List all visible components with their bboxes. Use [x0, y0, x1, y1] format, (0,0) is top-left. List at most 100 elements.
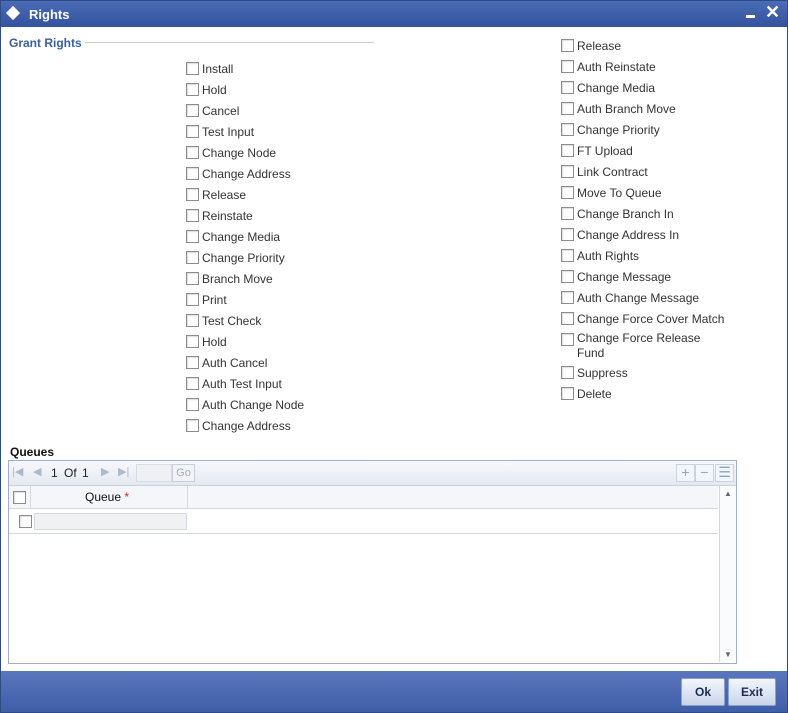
right-checkbox[interactable]: [561, 387, 574, 401]
last-page-icon[interactable]: ▶|: [118, 465, 129, 478]
right-checkbox[interactable]: [561, 165, 574, 179]
right-checkbox[interactable]: [561, 312, 574, 326]
rights-window: Rights ✕ Grant Rights Install Hold Cancel T…: [0, 0, 788, 713]
right-checkbox[interactable]: [186, 356, 199, 370]
ok-button[interactable]: Ok: [681, 678, 725, 706]
right-option[interactable]: Auth Test Input: [186, 375, 282, 391]
right-option[interactable]: Change Force Release Fund: [561, 331, 700, 360]
vertical-scrollbar[interactable]: ▲ ▼: [719, 486, 736, 662]
right-option[interactable]: Auth Change Node: [186, 396, 304, 412]
queue-column-label: Queue: [85, 490, 122, 504]
right-checkbox[interactable]: [561, 102, 574, 116]
right-label: Change Address: [202, 418, 291, 433]
right-option[interactable]: Hold: [186, 333, 227, 349]
scroll-up-icon[interactable]: ▲: [724, 489, 732, 498]
right-checkbox[interactable]: [186, 377, 199, 391]
right-checkbox[interactable]: [186, 104, 199, 118]
right-option[interactable]: Test Check: [186, 312, 261, 328]
right-option[interactable]: Change Address In: [561, 226, 679, 242]
row-checkbox[interactable]: [19, 515, 32, 528]
right-option[interactable]: Auth Cancel: [186, 354, 267, 370]
right-option[interactable]: Change Branch In: [561, 205, 674, 221]
go-button[interactable]: Go: [172, 464, 195, 482]
right-option[interactable]: Cancel: [186, 102, 239, 118]
right-checkbox[interactable]: [186, 251, 199, 265]
minimize-icon[interactable]: [746, 15, 755, 18]
right-option[interactable]: FT Upload: [561, 142, 633, 158]
right-option[interactable]: Link Contract: [561, 163, 648, 179]
right-checkbox[interactable]: [186, 314, 199, 328]
right-checkbox[interactable]: [186, 335, 199, 349]
right-option[interactable]: Test Input: [186, 123, 254, 139]
next-page-icon[interactable]: ▶: [101, 465, 109, 478]
right-option[interactable]: Change Node: [186, 144, 276, 160]
right-checkbox[interactable]: [561, 366, 574, 380]
add-row-icon[interactable]: +: [676, 464, 695, 482]
right-option[interactable]: Delete: [561, 385, 612, 401]
right-checkbox[interactable]: [561, 186, 574, 200]
page-number-input[interactable]: [136, 464, 172, 482]
right-label-line2: Fund: [577, 346, 605, 360]
prev-page-icon[interactable]: ◀: [33, 465, 41, 478]
right-option[interactable]: Hold: [186, 81, 227, 97]
right-option[interactable]: Install: [186, 60, 233, 76]
right-label: Print: [202, 292, 227, 307]
first-page-icon[interactable]: |◀: [12, 465, 23, 478]
exit-button[interactable]: Exit: [728, 678, 776, 706]
right-label: Test Check: [202, 313, 262, 328]
scroll-down-icon[interactable]: ▼: [724, 650, 732, 659]
right-option[interactable]: Change Media: [561, 79, 655, 95]
right-option[interactable]: Auth Branch Move: [561, 100, 676, 116]
right-option[interactable]: Change Media: [186, 228, 280, 244]
right-option[interactable]: Move To Queue: [561, 184, 662, 200]
right-option[interactable]: Auth Change Message: [561, 289, 699, 305]
right-checkbox[interactable]: [561, 144, 574, 158]
right-checkbox[interactable]: [561, 291, 574, 305]
right-checkbox[interactable]: [186, 62, 199, 76]
select-all-checkbox[interactable]: [13, 491, 26, 504]
right-option[interactable]: Release: [561, 37, 621, 53]
right-label: Change Priority: [202, 250, 285, 265]
right-checkbox[interactable]: [186, 293, 199, 307]
right-checkbox[interactable]: [561, 333, 574, 346]
right-checkbox[interactable]: [186, 146, 199, 160]
right-checkbox[interactable]: [186, 398, 199, 412]
right-checkbox[interactable]: [561, 207, 574, 221]
right-checkbox[interactable]: [186, 167, 199, 181]
right-checkbox[interactable]: [561, 249, 574, 263]
right-option[interactable]: Change Priority: [186, 249, 285, 265]
right-label: Change Media: [202, 229, 281, 244]
right-option[interactable]: Change Force Cover Match: [561, 310, 724, 326]
right-checkbox[interactable]: [186, 419, 199, 433]
right-checkbox[interactable]: [186, 272, 199, 286]
right-option[interactable]: Change Priority: [561, 121, 660, 137]
right-checkbox[interactable]: [186, 209, 199, 223]
right-option[interactable]: Change Message: [561, 268, 671, 284]
right-option[interactable]: Release: [186, 186, 246, 202]
close-icon[interactable]: ✕: [765, 2, 780, 22]
right-option[interactable]: Reinstate: [186, 207, 253, 223]
delete-row-icon[interactable]: −: [695, 464, 714, 482]
right-checkbox[interactable]: [186, 230, 199, 244]
right-option[interactable]: Print: [186, 291, 227, 307]
right-checkbox[interactable]: [561, 39, 574, 53]
right-checkbox[interactable]: [561, 228, 574, 242]
right-option[interactable]: Auth Reinstate: [561, 58, 656, 74]
right-checkbox[interactable]: [186, 188, 199, 202]
right-option[interactable]: Suppress: [561, 364, 628, 380]
right-checkbox[interactable]: [561, 270, 574, 284]
right-checkbox[interactable]: [186, 83, 199, 97]
right-option[interactable]: Auth Rights: [561, 247, 639, 263]
single-view-icon[interactable]: ☰: [715, 464, 734, 482]
right-checkbox[interactable]: [561, 81, 574, 95]
right-label: Change Address: [202, 166, 291, 181]
right-label: FT Upload: [577, 143, 633, 158]
right-option[interactable]: Change Address: [186, 417, 291, 433]
right-checkbox[interactable]: [186, 125, 199, 139]
right-checkbox[interactable]: [561, 60, 574, 74]
queue-input[interactable]: [34, 513, 187, 530]
right-option[interactable]: Branch Move: [186, 270, 273, 286]
right-label: Change Force Cover Match: [577, 311, 725, 326]
right-option[interactable]: Change Address: [186, 165, 291, 181]
right-checkbox[interactable]: [561, 123, 574, 137]
